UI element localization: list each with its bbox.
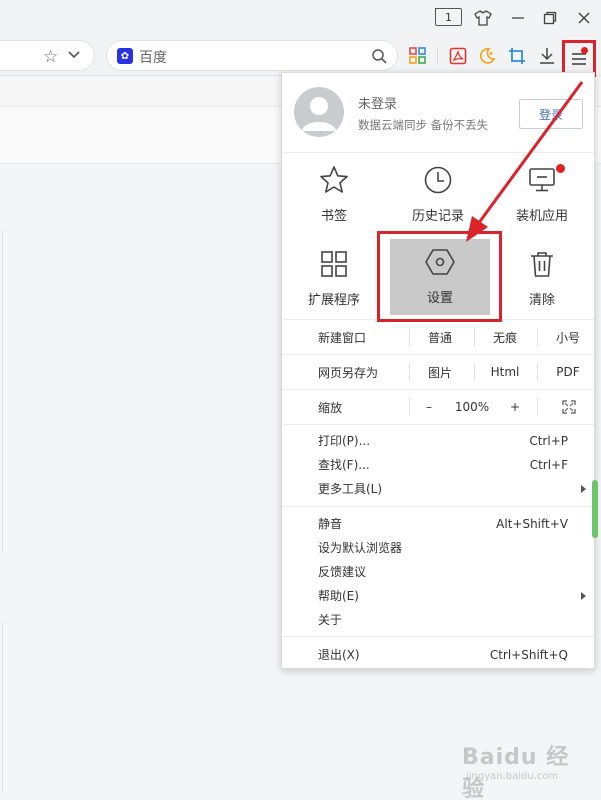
star-icon xyxy=(320,166,348,193)
installed-apps-label: 装机应用 xyxy=(515,209,568,224)
set-default-browser-item[interactable]: 设为默认浏览器 xyxy=(318,538,402,558)
new-window-normal[interactable]: 普通 xyxy=(410,320,470,354)
search-engine-label: 百度 xyxy=(139,50,167,66)
baidu-paw-icon[interactable]: ✿ xyxy=(117,48,133,64)
save-as-image[interactable]: 图片 xyxy=(410,355,470,389)
restore-button[interactable] xyxy=(537,6,563,30)
address-bar[interactable]: ☆ xyxy=(0,40,95,71)
clock-icon xyxy=(424,166,452,194)
main-menu-dropdown: 未登录 数据云端同步 备份不丢失 登录 书签 历史记录 装机应用 扩展程序 设置… xyxy=(281,72,595,669)
crop-icon xyxy=(509,48,525,64)
notification-dot xyxy=(581,47,588,54)
new-window-label: 新建窗口 xyxy=(318,330,367,345)
zoom-label: 缩放 xyxy=(318,400,343,415)
save-as-label: 网页另存为 xyxy=(318,365,379,380)
new-window-row: 新建窗口 普通 无痕 小号 xyxy=(282,319,594,353)
mute-item[interactable]: 静音 xyxy=(318,514,342,534)
user-section: 未登录 数据云端同步 备份不丢失 登录 xyxy=(282,73,594,153)
fullscreen-button[interactable] xyxy=(552,390,586,424)
zoom-out-button[interactable]: – xyxy=(416,390,442,424)
trash-icon xyxy=(531,252,553,277)
skin-button[interactable] xyxy=(470,6,496,30)
installed-apps-button[interactable]: 装机应用 xyxy=(490,155,594,239)
settings-highlight-frame xyxy=(377,231,502,322)
close-button[interactable] xyxy=(571,6,597,30)
feedback-item[interactable]: 反馈建议 xyxy=(318,562,366,582)
bookmarks-label: 书签 xyxy=(320,209,347,224)
mute-shortcut: Alt+Shift+V xyxy=(496,517,568,531)
chevron-down-icon[interactable] xyxy=(67,48,81,62)
exit-item[interactable]: 退出(X) xyxy=(318,645,360,665)
save-as-pdf[interactable]: PDF xyxy=(540,355,596,389)
watermark-url: jingyan.baidu.com xyxy=(466,771,559,782)
zoom-level: 100% xyxy=(454,400,490,414)
apps-icon xyxy=(409,47,426,64)
more-tools-item[interactable]: 更多工具(L) xyxy=(318,479,382,499)
moon-icon xyxy=(479,48,496,64)
apps-button[interactable] xyxy=(406,44,430,68)
pdf-button[interactable] xyxy=(446,44,470,68)
minimize-icon xyxy=(512,17,524,19)
find-shortcut: Ctrl+F xyxy=(529,458,568,472)
page-panel-edge xyxy=(0,230,3,552)
bookmarks-button[interactable]: 书签 xyxy=(282,155,386,239)
download-button[interactable] xyxy=(535,44,559,68)
login-button[interactable]: 登录 xyxy=(519,99,583,129)
monitor-icon xyxy=(529,168,555,192)
download-icon xyxy=(540,48,554,64)
toolbar: ☆ ✿ 百度 xyxy=(0,36,601,77)
save-as-html[interactable]: Html xyxy=(475,355,535,389)
clear-label: 清除 xyxy=(528,293,555,308)
shirt-icon xyxy=(474,10,492,26)
new-window-incognito[interactable]: 无痕 xyxy=(475,320,535,354)
toolbar-separator xyxy=(437,48,438,64)
installed-apps-badge xyxy=(556,164,565,173)
zoom-row: 缩放 – 100% + xyxy=(282,389,594,423)
extensions-label: 扩展程序 xyxy=(307,293,360,308)
history-label: 历史记录 xyxy=(411,209,464,224)
search-icon[interactable] xyxy=(371,48,387,64)
tab-count-button[interactable]: 1 xyxy=(435,8,462,26)
pdf-icon xyxy=(449,47,467,65)
help-item[interactable]: 帮助(E) xyxy=(318,586,359,606)
user-sync-desc: 数据云端同步 备份不丢失 xyxy=(358,118,489,132)
page-panel-edge-lower xyxy=(0,622,3,792)
scrollbar-thumb[interactable] xyxy=(592,480,598,538)
print-shortcut: Ctrl+P xyxy=(529,434,568,448)
help-chevron-icon xyxy=(581,592,586,600)
find-item[interactable]: 查找(F)... xyxy=(318,455,370,475)
title-bar: 1 xyxy=(0,0,601,36)
history-button[interactable]: 历史记录 xyxy=(386,155,490,239)
user-name: 未登录 xyxy=(358,97,398,112)
minimize-button[interactable] xyxy=(505,6,531,30)
watermark-logo: Baidu 经验 jingyan.baidu.com xyxy=(458,735,588,800)
screenshot-button[interactable] xyxy=(505,44,529,68)
new-window-alt-account[interactable]: 小号 xyxy=(540,320,596,354)
night-mode-button[interactable] xyxy=(475,44,499,68)
user-avatar-icon xyxy=(302,97,336,131)
fullscreen-icon xyxy=(562,400,576,414)
watermark-brand: Baidu 经验 xyxy=(462,745,570,800)
about-item[interactable]: 关于 xyxy=(318,610,342,630)
clear-button[interactable]: 清除 xyxy=(490,239,594,323)
extensions-button[interactable]: 扩展程序 xyxy=(282,239,386,323)
print-item[interactable]: 打印(P)... xyxy=(318,431,370,451)
exit-shortcut: Ctrl+Shift+Q xyxy=(489,648,568,662)
more-tools-chevron-icon xyxy=(581,485,586,493)
zoom-in-button[interactable]: + xyxy=(502,390,528,424)
bookmark-star-icon[interactable]: ☆ xyxy=(43,47,58,67)
tab-count: 1 xyxy=(445,10,452,24)
search-box[interactable]: ✿ 百度 xyxy=(106,40,398,71)
restore-icon xyxy=(543,11,557,25)
grid-icon xyxy=(321,251,347,277)
avatar[interactable] xyxy=(294,87,344,137)
save-as-row: 网页另存为 图片 Html PDF xyxy=(282,354,594,388)
close-icon xyxy=(578,12,590,24)
